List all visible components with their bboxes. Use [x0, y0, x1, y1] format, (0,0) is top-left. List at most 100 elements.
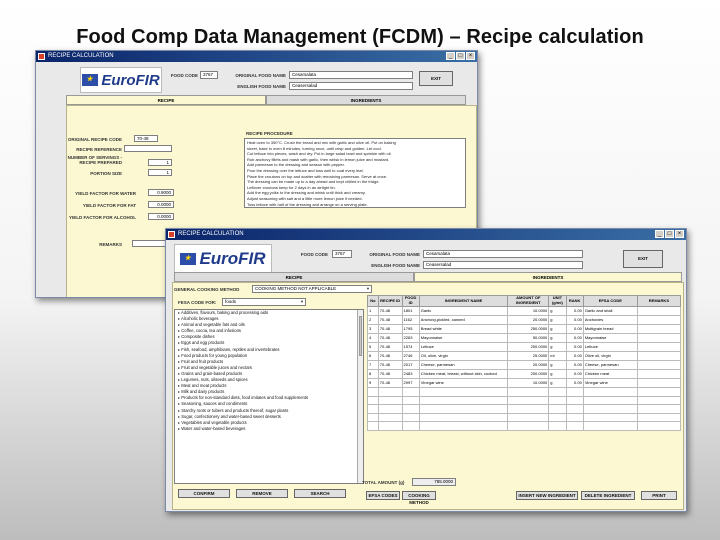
original-food-name-field[interactable]: Cesarsalata [289, 71, 413, 79]
table-row[interactable]: 7 70-48 2017 Cheese, parmesan 20.0000 g 0.00 Ch… [367, 360, 682, 370]
minimize-icon[interactable]: _ [655, 230, 664, 238]
table-cell [401, 387, 420, 397]
table-row[interactable]: 5 70-48 1574 Lettuce 200.0000 g 0.00 Lettuce [367, 342, 682, 352]
table-cell: 0.00 [565, 369, 584, 379]
table-row[interactable]: 9 70-48 2997 Vinegar wine 10.0000 g 0.00 Vinega… [367, 378, 682, 388]
table-cell: 2483 [401, 369, 420, 379]
table-cell: 0.00 [565, 333, 584, 343]
tab-recipe[interactable]: RECIPE [66, 95, 266, 105]
food-code-field[interactable]: 3767 [332, 250, 352, 258]
list-item[interactable]: Water and water-based beverages [175, 426, 363, 432]
efsa-codes-button[interactable]: EFSA CODES [366, 491, 400, 500]
table-cell [636, 395, 682, 405]
empty-row[interactable] [367, 412, 682, 422]
table-cell [548, 404, 567, 414]
table-cell [367, 412, 379, 422]
remarks-field[interactable] [132, 240, 166, 247]
table-row[interactable]: 2 70-48 1162 Anchovy,pickled, canned 20.0000… [367, 315, 682, 325]
table-cell: g [548, 369, 567, 379]
original-food-name-field[interactable]: Cesarsalata [423, 250, 583, 258]
table-cell [636, 333, 682, 343]
table-cell: Lettuce [582, 342, 638, 352]
table-cell [636, 412, 682, 422]
table-cell [636, 378, 682, 388]
exit-button[interactable]: EXIT [623, 250, 663, 268]
table-cell: Cheese, parmesan [418, 360, 509, 370]
print-button[interactable]: PRINT [641, 491, 677, 500]
field-label: RECIPE REFERENCE [76, 147, 122, 152]
delete-ingredient-button[interactable]: DELETE INGREDIENT [581, 491, 635, 500]
search-button[interactable]: SEARCH [294, 489, 346, 498]
confirm-button[interactable]: CONFIRM [178, 489, 230, 498]
table-cell: 0.00 [565, 324, 584, 334]
maximize-icon[interactable]: □ [456, 52, 465, 60]
table-cell [548, 395, 567, 405]
table-cell [565, 395, 584, 405]
yield-alcohol-field[interactable]: 0.0000 [148, 213, 174, 220]
table-cell [636, 324, 682, 334]
yield-water-field[interactable]: 0.9000 [148, 189, 174, 196]
table-cell: g [548, 342, 567, 352]
eu-flag-icon [180, 252, 197, 265]
column-header: INGREDIENT NAME [418, 295, 509, 307]
english-food-name-label: ENGLISH FOOD NAME [237, 84, 286, 89]
table-row[interactable]: 4 70-48 2263 Mayonnaise 50.0000 g 0.00 Mayonnai… [367, 333, 682, 343]
window-controls: _ □ × [655, 230, 684, 238]
table-cell: 20.0000 [507, 315, 550, 325]
table-cell: Multigrain bread [582, 324, 638, 334]
yield-fat-field[interactable]: 0.0000 [148, 201, 174, 208]
original-recipe-code-field[interactable]: 70-48 [134, 135, 158, 142]
remove-button[interactable]: REMOVE [236, 489, 288, 498]
table-cell: g [548, 306, 567, 316]
table-row[interactable]: 8 70-48 2483 Chicken meat, breast, without … [367, 369, 682, 379]
table-cell: 8 [367, 369, 379, 379]
table-cell: 1162 [401, 315, 420, 325]
field-label: YIELD FACTOR FOR WATER [75, 191, 136, 196]
column-header: No [367, 295, 379, 307]
english-food-name-field[interactable]: Ceasersalad [289, 82, 413, 90]
table-cell [548, 387, 567, 397]
servings-field[interactable]: 1 [148, 159, 172, 166]
table-cell: Bread white [418, 324, 509, 334]
fesa-code-select[interactable]: foods [222, 298, 306, 306]
table-cell [401, 412, 420, 422]
table-row[interactable]: 1 70-48 1801 Garlic 10.0000 g 0.00 Garlic and s… [367, 306, 682, 316]
english-food-name-field[interactable]: Ceasersalad [423, 261, 583, 269]
cooking-method-button[interactable]: COOKING METHOD [402, 491, 436, 505]
table-cell: g [548, 324, 567, 334]
table-cell [418, 404, 509, 414]
insert-new-ingredient-button[interactable]: INSERT NEW INGREDIENT [516, 491, 578, 500]
empty-row[interactable] [367, 404, 682, 414]
app-icon [168, 231, 175, 238]
table-cell: 5 [367, 342, 379, 352]
food-category-list[interactable]: Additives, flavours, baking and processi… [174, 309, 364, 484]
close-icon[interactable]: × [675, 230, 684, 238]
table-cell [636, 421, 682, 431]
close-icon[interactable]: × [466, 52, 475, 60]
food-code-field[interactable]: 3767 [200, 71, 218, 79]
list-scrollbar[interactable] [357, 310, 363, 483]
eurofir-logo: EuroFIR [174, 244, 272, 273]
minimize-icon[interactable]: _ [446, 52, 455, 60]
recipe-procedure-text[interactable]: Heat oven to 350°C. Crush the bread and … [244, 138, 466, 208]
portion-size-field[interactable]: 1 [148, 169, 172, 176]
maximize-icon[interactable]: □ [665, 230, 674, 238]
table-row[interactable]: 3 70-48 1795 Bread white 250.0000 g 0.00 Multig… [367, 324, 682, 334]
table-row[interactable]: 6 70-48 2746 Oil, olive, virgin 25.0000 ml 0.0… [367, 351, 682, 361]
recipe-reference-field[interactable] [124, 145, 172, 152]
tab-recipe[interactable]: RECIPE [174, 272, 414, 282]
table-cell [582, 412, 638, 422]
table-cell: 70-48 [377, 315, 403, 325]
empty-row[interactable] [367, 421, 682, 431]
table-cell [548, 421, 567, 431]
general-cooking-method-select[interactable]: COOKING METHOD NOT APPLICABLE [252, 285, 372, 293]
table-cell [377, 387, 403, 397]
exit-button[interactable]: EXIT [419, 71, 453, 86]
tab-ingredients[interactable]: INGREDIENTS [266, 95, 466, 105]
empty-row[interactable] [367, 387, 682, 397]
tab-ingredients[interactable]: INGREDIENTS [414, 272, 682, 282]
table-cell: 0.00 [565, 342, 584, 352]
empty-row[interactable] [367, 395, 682, 405]
table-cell: 10.0000 [507, 306, 550, 316]
scrollbar-thumb[interactable] [359, 316, 362, 356]
